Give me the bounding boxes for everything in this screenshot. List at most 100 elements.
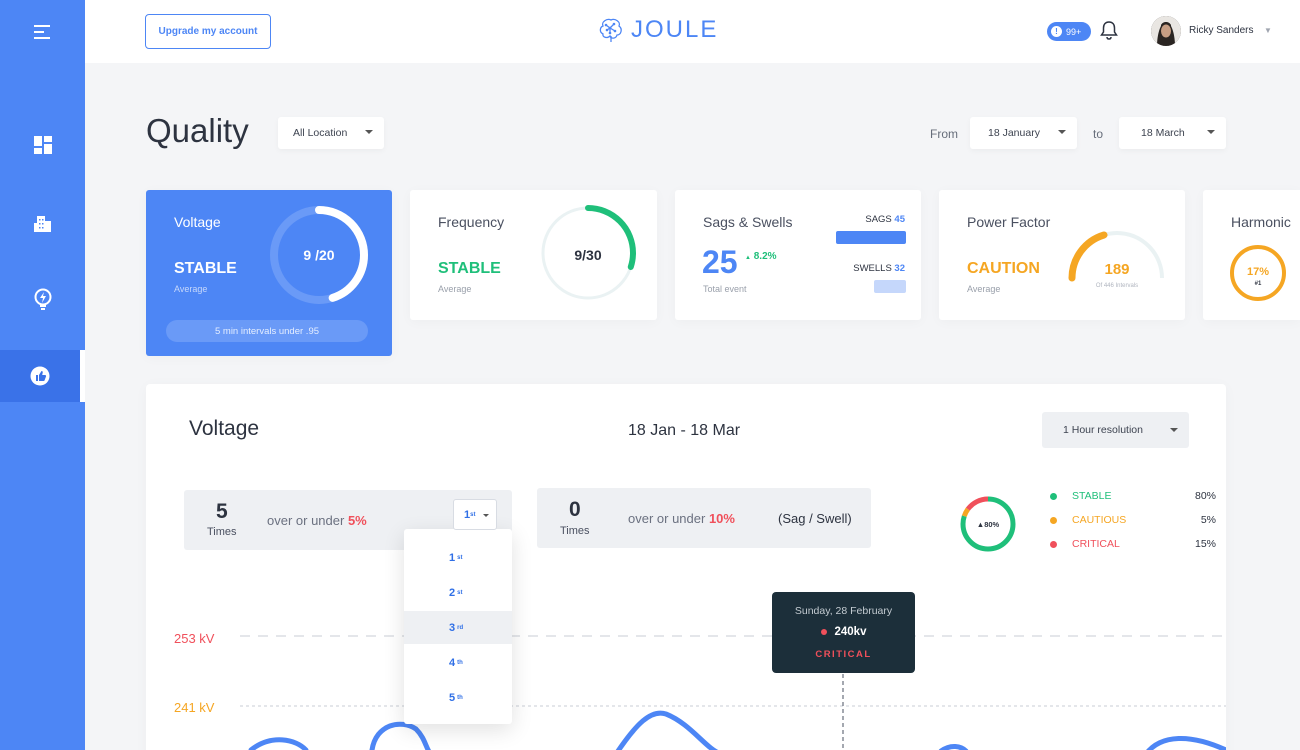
rank-option-suffix: st [457, 554, 463, 561]
caret-down-icon [365, 130, 373, 134]
stat-description: over or under 5% [267, 513, 367, 528]
rank-select[interactable]: 1st [453, 499, 497, 530]
rank-option[interactable]: 4th [404, 646, 512, 679]
frequency-card[interactable]: Frequency STABLE Average 9/30 [410, 190, 657, 320]
to-label: to [1093, 127, 1104, 141]
nav-energy[interactable] [0, 273, 85, 325]
caret-down-icon [483, 514, 489, 517]
chevron-down-icon[interactable]: ▼ [1264, 26, 1272, 35]
from-date-value: 18 January [988, 127, 1040, 139]
status-donut: ▲80% [960, 496, 1016, 552]
sags-label-text: SAGS [865, 214, 892, 225]
chart-tooltip: Sunday, 28 February 240kv CRITICAL [772, 592, 915, 673]
card-title: Power Factor [967, 214, 1051, 230]
stat-desc-text: over or under [628, 511, 706, 526]
donut-label: ▲80% [977, 520, 1000, 529]
logo-text: JOULE [631, 16, 719, 43]
resolution-select[interactable]: 1 Hour resolution [1042, 412, 1189, 448]
nav-buildings[interactable] [0, 197, 85, 249]
rank-option-suffix: rd [457, 624, 464, 631]
voltage-gauge: 9 /20 [270, 206, 368, 304]
events-delta-value: 8.2% [753, 251, 777, 262]
card-sub: Average [967, 284, 1001, 294]
tooltip-status: CRITICAL [815, 649, 872, 660]
bell-icon [1100, 21, 1118, 40]
rank-menu: 1st 2st 3rd 4th 5th [404, 529, 512, 724]
tooltip-value-text: 240kv [834, 626, 867, 638]
sag-swell-label: (Sag / Swell) [778, 511, 852, 526]
legend-item: CAUTIOUS 5% [1050, 514, 1216, 526]
events-delta: ▲ 8.2% [745, 251, 777, 262]
donut-label-value: 80% [984, 520, 999, 529]
stat-desc-pct: 10% [708, 511, 735, 526]
rank-option-suffix: st [457, 589, 463, 596]
card-title: Sags & Swells [703, 214, 793, 230]
up-arrow-icon: ▲ [745, 255, 751, 261]
caret-down-icon [1170, 428, 1178, 432]
avatar[interactable] [1151, 16, 1181, 46]
from-label: From [930, 127, 958, 141]
thumbs-up-icon [30, 366, 50, 386]
harmonic-subtext: #1 [1255, 281, 1262, 287]
voltage-chart [240, 635, 1226, 750]
voltage-panel: Voltage 18 Jan - 18 Mar 1 Hour resolutio… [146, 384, 1226, 750]
rank-option-suffix: th [457, 659, 463, 666]
ref-label-high: 253 kV [174, 631, 215, 646]
rank-option[interactable]: 3rd [404, 611, 512, 644]
page-title: Quality [146, 112, 249, 149]
power-factor-subtext: Of 446 Intervals [1095, 283, 1139, 289]
nav-quality[interactable] [0, 350, 85, 402]
legend-pct: 80% [1194, 490, 1216, 502]
rank-option[interactable]: 2st [404, 576, 512, 609]
menu-button[interactable] [0, 6, 85, 58]
app-logo[interactable]: JOULE [597, 16, 718, 44]
frequency-gauge-text: 9/30 [574, 247, 601, 263]
panel-date-range: 18 Jan - 18 Mar [628, 422, 741, 439]
brain-logo-icon [599, 18, 622, 42]
stat-times-label: Times [560, 525, 590, 537]
buildings-icon [33, 216, 51, 232]
card-status: CAUTION [967, 260, 1040, 277]
sags-label: SAGS 45 [865, 214, 905, 225]
total-events: 25 [702, 244, 738, 280]
rank-option[interactable]: 5th [404, 681, 512, 714]
tooltip-date: Sunday, 28 February [794, 605, 893, 617]
harmonic-gauge: 17% #1 [1230, 245, 1286, 301]
card-status: STABLE [174, 260, 237, 277]
stat-desc-pct: 5% [347, 513, 367, 528]
power-factor-value: 189 [1104, 261, 1129, 278]
swells-label: SWELLS 32 [853, 263, 905, 274]
legend-pct: 15% [1194, 538, 1216, 550]
voltage-card[interactable]: Voltage STABLE Average 9 /20 5 min inter… [146, 190, 392, 356]
interval-pill: 5 min intervals under .95 [166, 320, 368, 342]
user-name[interactable]: Ricky Sanders [1189, 25, 1253, 36]
rank-option-num: 3 [449, 621, 456, 634]
to-date-select[interactable]: 18 March [1119, 117, 1226, 149]
card-title: Frequency [438, 214, 505, 230]
nav-dashboard[interactable] [0, 119, 85, 171]
voltage-series-line [248, 710, 1226, 750]
harmonic-card[interactable]: Harmonic 17% #1 [1203, 190, 1300, 320]
power-factor-gauge: 189 [1068, 231, 1164, 282]
card-title: Harmonic [1231, 214, 1291, 230]
sags-value: 45 [894, 214, 905, 225]
bell-button[interactable] [1100, 20, 1118, 45]
caret-down-icon [1058, 130, 1066, 134]
power-factor-card[interactable]: Power Factor CAUTION Average 189 Of 446 … [939, 190, 1185, 320]
legend-label: CAUTIOUS [1072, 514, 1127, 526]
legend-dot-icon [1050, 492, 1057, 500]
rank-option[interactable]: 1st [404, 541, 512, 574]
sags-swells-card[interactable]: Sags & Swells 25 ▲ 8.2% Total event SAGS… [675, 190, 921, 320]
caret-down-icon [1207, 130, 1215, 134]
rank-option-num: 1 [449, 551, 456, 564]
frequency-gauge: 9/30 [540, 205, 636, 301]
notifications-badge[interactable]: ! 99+ [1047, 22, 1091, 41]
legend-label: STABLE [1072, 490, 1112, 502]
from-date-select[interactable]: 18 January [970, 117, 1077, 149]
voltage-gauge-text: 9 /20 [303, 247, 334, 263]
upgrade-account-button[interactable]: Upgrade my account [145, 14, 271, 49]
location-select[interactable]: All Location [278, 117, 384, 149]
swells-value: 32 [894, 263, 905, 274]
tooltip-value: 240kv [772, 626, 915, 638]
rank-option-num: 5 [449, 691, 456, 704]
